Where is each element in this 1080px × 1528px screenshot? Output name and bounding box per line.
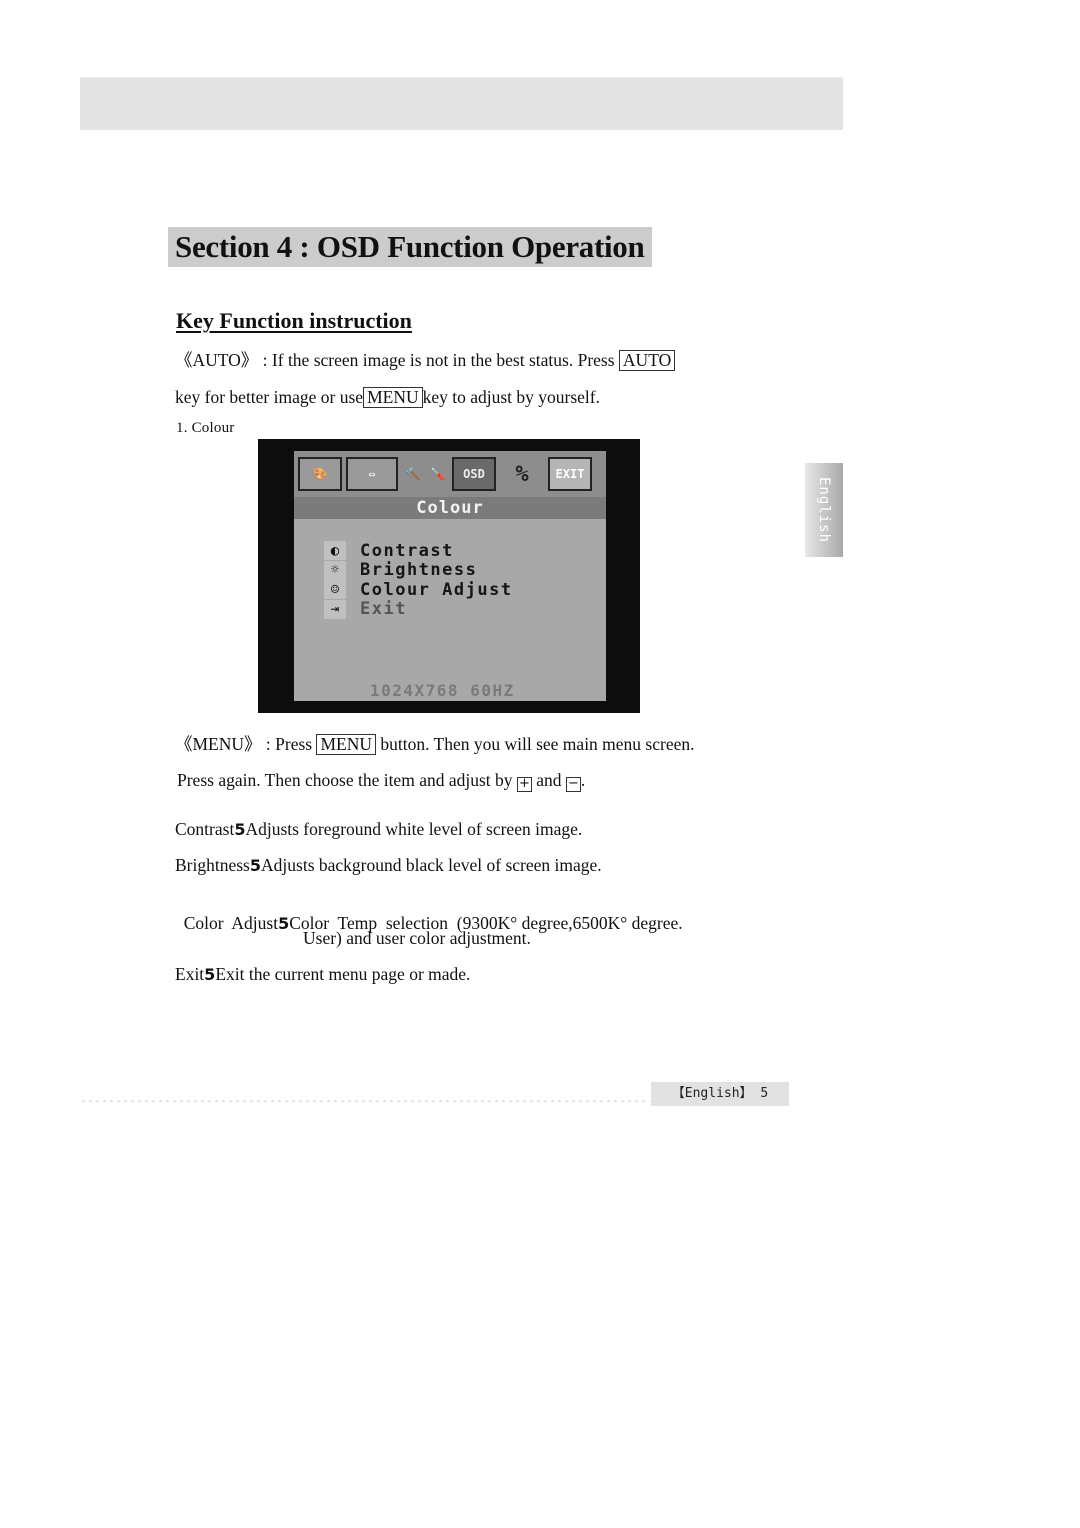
figure-label: 1. Colour: [176, 420, 235, 436]
header-band: [80, 77, 843, 130]
osd-screen: 🎨 ⇔ 🔨 🪛 OSD % EXIT Colour ◐ Contrast ☼ B…: [294, 451, 606, 701]
menu-line2-pre: Press again. Then choose the item and ad…: [177, 770, 513, 790]
osd-icon-bar: 🎨 ⇔ 🔨 🪛 OSD % EXIT: [294, 451, 606, 497]
auto-line-1: 《AUTO》 : If the screen image is not in t…: [175, 349, 676, 371]
osd-menu: ◐ Contrast ☼ Brightness ☺ Colour Adjust …: [324, 541, 513, 619]
osd-item-label: Brightness: [360, 560, 478, 581]
definition-desc: User) and user color adjustment.: [303, 928, 531, 948]
auto-description: : If the screen image is not in the best…: [262, 350, 615, 370]
plus-key-icon: +: [516, 777, 532, 792]
menu-line2-post: .: [580, 770, 586, 790]
definition-term: Brightness: [175, 855, 250, 875]
osd-photo: 🎨 ⇔ 🔨 🪛 OSD % EXIT Colour ◐ Contrast ☼ B…: [258, 439, 640, 713]
definition-term: Color Adjust: [183, 913, 279, 933]
definition-desc: Adjusts foreground white level of screen…: [245, 819, 583, 839]
definition-contrast: Contrast5Adjusts foreground white level …: [175, 818, 582, 841]
osd-item-label: Exit: [360, 599, 407, 620]
side-tab-label: English: [816, 476, 832, 544]
definition-brightness: Brightness5Adjusts background black leve…: [175, 854, 602, 877]
menu-line1-pre: : Press: [265, 734, 313, 754]
menu-line-2: Press again. Then choose the item and ad…: [177, 769, 585, 792]
definition-exit: Exit5Exit the current menu page or made.: [175, 963, 470, 986]
key-function-heading: Key Function instruction: [176, 308, 412, 333]
auto-key: AUTO: [618, 350, 676, 371]
osd-resolution: 1024X768 60HZ: [370, 681, 515, 700]
osd-item-brightness[interactable]: ☼ Brightness: [324, 560, 513, 581]
menu-line-1: 《MENU》 : Press MENU button. Then you wil…: [175, 733, 695, 755]
exit-icon: EXIT: [548, 457, 592, 491]
contrast-icon: ◐: [324, 541, 346, 561]
osd-title: Colour: [294, 497, 606, 519]
separator-glyph: 5: [278, 914, 290, 933]
brightness-icon: ☼: [324, 560, 346, 580]
osd-item-colour-adjust[interactable]: ☺ Colour Adjust: [324, 580, 513, 600]
osd-icon: OSD: [452, 457, 496, 491]
definition-term: Exit: [175, 964, 205, 984]
palette-icon: ☺: [324, 580, 346, 600]
auto-line-2: key for better image or use MENU key to ad…: [175, 386, 600, 408]
position-icon: ⇔: [346, 457, 398, 491]
auto-line2-pre: key for better image or use: [175, 387, 364, 407]
minus-key-icon: −: [565, 777, 581, 792]
definition-term: Contrast: [175, 819, 235, 839]
definition-desc: Adjusts background black level of screen…: [261, 855, 602, 875]
auto-tag: 《AUTO》: [175, 350, 259, 370]
definition-color-adjust-cont: User) and user color adjustment.: [303, 927, 531, 949]
screwdriver-icon: 🪛: [430, 467, 446, 481]
section-title: Section 4 : OSD Function Operation: [168, 227, 653, 267]
auto-line2-post: key to adjust by yourself.: [422, 387, 600, 407]
osd-item-contrast[interactable]: ◐ Contrast: [324, 541, 513, 561]
menu-line1-post: button. Then you will see main menu scre…: [380, 734, 695, 754]
reset-icon: %: [515, 461, 529, 487]
language-side-tab: English: [805, 463, 843, 557]
page-number: 【English】 5: [651, 1082, 789, 1106]
and-text: and: [536, 770, 562, 790]
osd-item-label: Contrast: [360, 540, 454, 561]
palette-icon: 🎨: [298, 457, 342, 491]
exit-icon: ⇥: [324, 599, 346, 619]
osd-item-label: Colour Adjust: [360, 579, 513, 600]
separator-glyph: 5: [234, 820, 246, 839]
menu-key: MENU: [316, 734, 376, 755]
definition-desc: Exit the current menu page or made.: [215, 964, 471, 984]
osd-item-exit[interactable]: ⇥ Exit: [324, 599, 513, 620]
menu-tag: 《MENU》: [175, 734, 262, 754]
separator-glyph: 5: [249, 856, 262, 875]
separator-glyph: 5: [204, 965, 216, 984]
footer-divider: [80, 1100, 650, 1102]
menu-key: MENU: [363, 387, 423, 408]
tools-icon: 🔨: [405, 467, 421, 481]
